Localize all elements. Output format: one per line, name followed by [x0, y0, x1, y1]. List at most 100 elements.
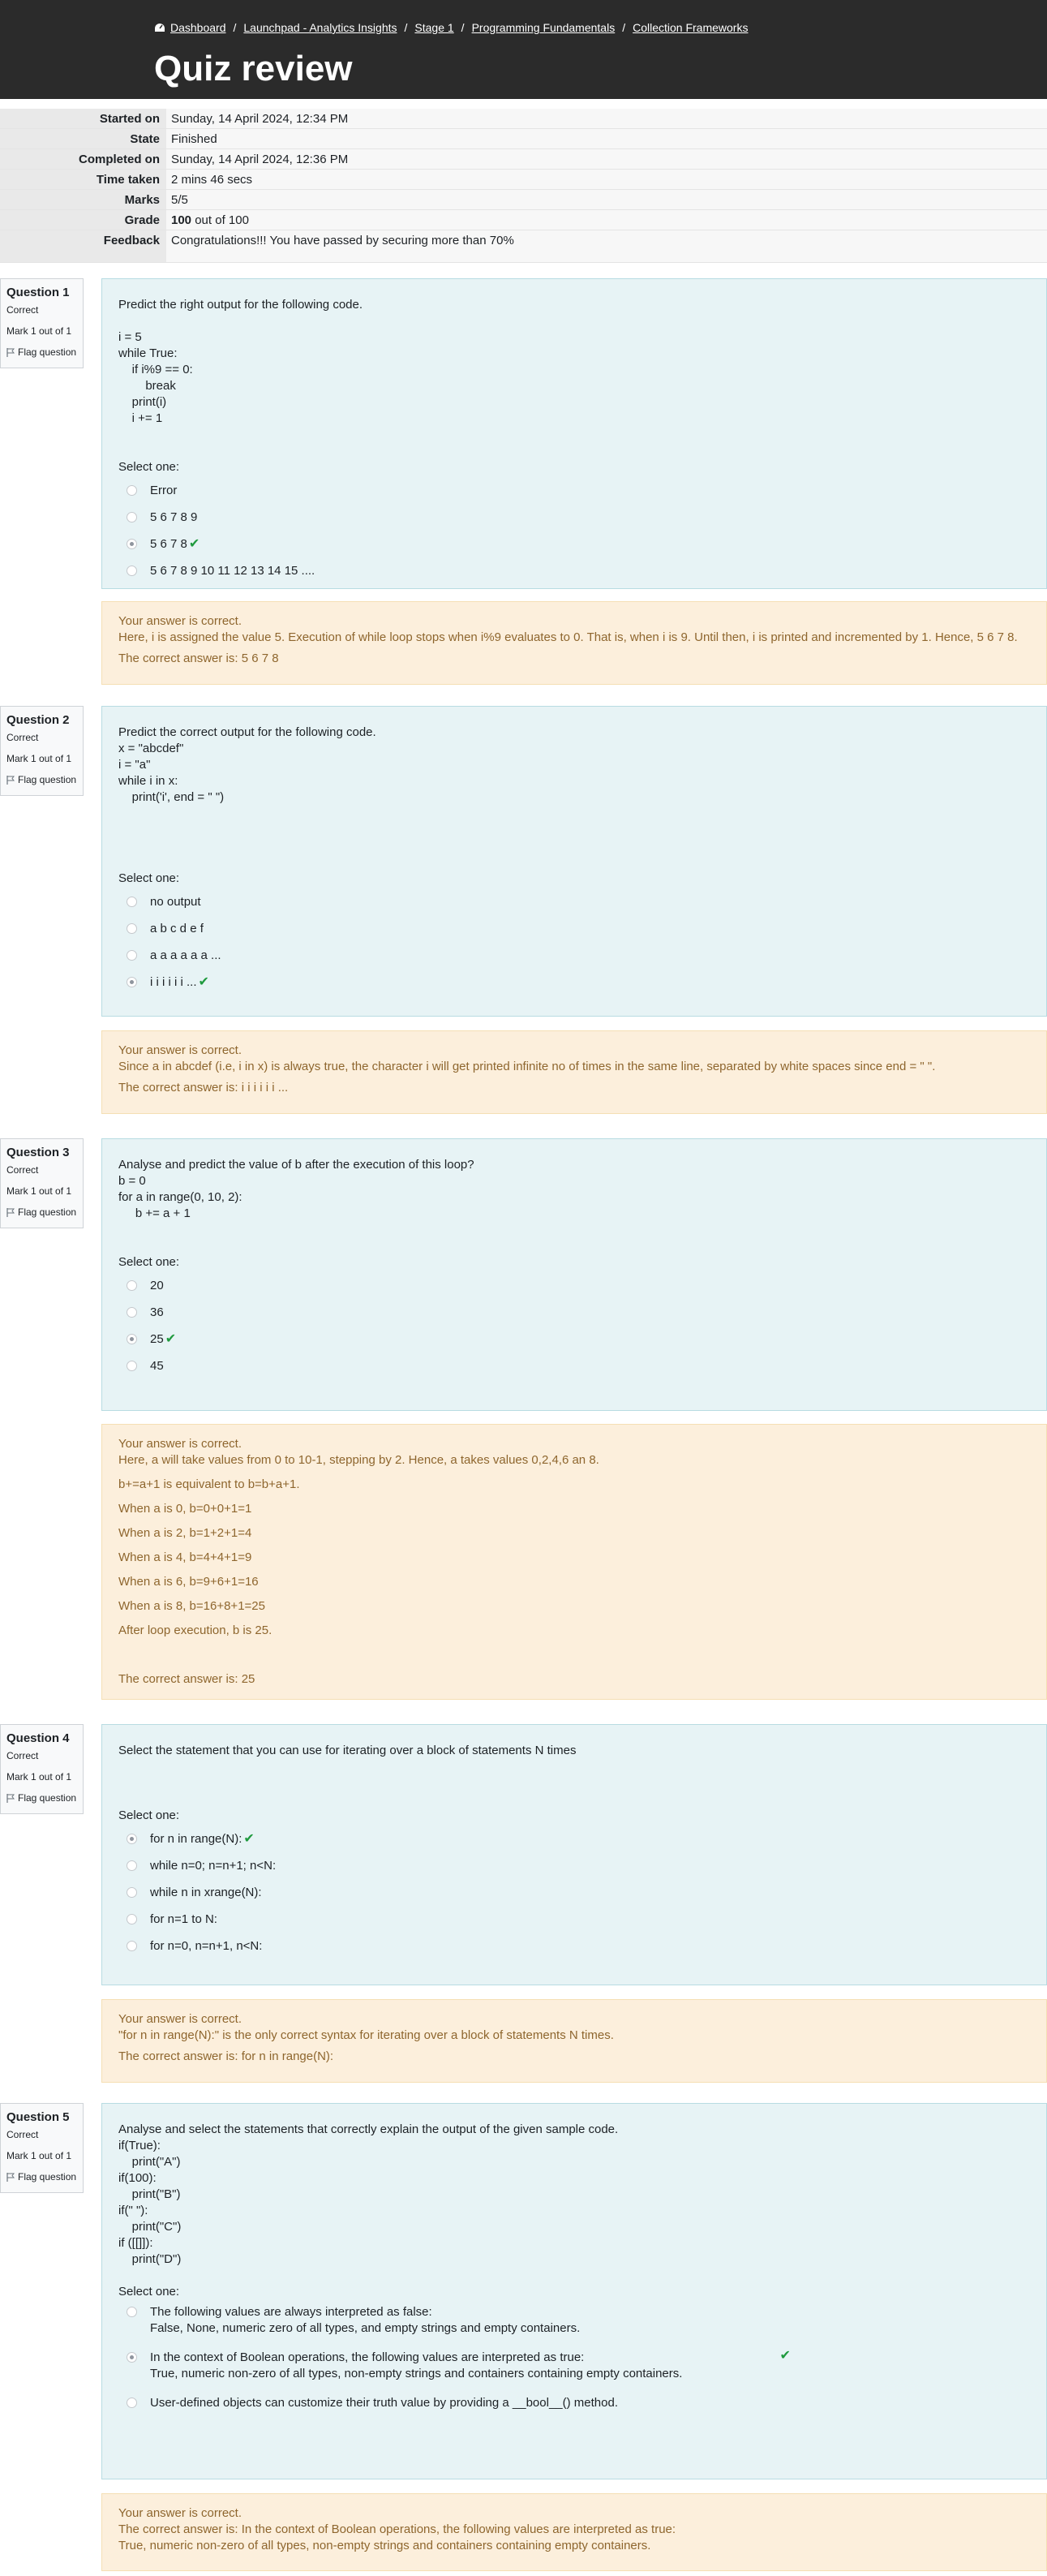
summary-value: Sunday, 14 April 2024, 12:36 PM	[166, 149, 1047, 169]
question-info: Question 4 Correct Mark 1 out of 1 Flag que…	[0, 1724, 84, 1814]
flag-question-link[interactable]: Flag question	[6, 1792, 77, 1804]
question-code-line: if(100):	[118, 2171, 157, 2185]
answer-radio[interactable]	[127, 566, 137, 576]
answer-radio[interactable]	[127, 1280, 137, 1291]
breadcrumb-separator: /	[233, 21, 237, 34]
answer-option[interactable]: In the context of Boolean operations, th…	[118, 2347, 1030, 2393]
feedback-line: When a is 0, b=0+0+1=1	[118, 1502, 252, 1516]
flag-icon	[6, 1793, 15, 1803]
answer-label: 45	[150, 1358, 164, 1373]
breadcrumb-separator: /	[461, 21, 465, 34]
question-code-line: break	[118, 379, 176, 393]
flag-question-link[interactable]: Flag question	[6, 774, 77, 785]
answer-option[interactable]: a b c d e f	[118, 915, 1030, 942]
question-mark: Mark 1 out of 1	[6, 325, 72, 337]
answer-option[interactable]: for n=1 to N:	[118, 1906, 1030, 1933]
answer-radio[interactable]	[127, 977, 137, 987]
question-number: Question 2	[6, 713, 70, 727]
question-code-line: print("C")	[118, 2220, 182, 2234]
flag-question-link[interactable]: Flag question	[6, 2171, 77, 2183]
answer-option[interactable]: The following values are always interpre…	[118, 2302, 1030, 2347]
question-code-line	[118, 1222, 1030, 1238]
flag-icon	[6, 347, 15, 357]
answer-label-line: True, numeric non-zero of all types, non…	[150, 2367, 683, 2380]
question-mark: Mark 1 out of 1	[6, 1185, 72, 1197]
summary-value: Sunday, 14 April 2024, 12:34 PM	[166, 109, 1047, 128]
question-code-line: print("A")	[118, 2155, 181, 2169]
feedback-status: Your answer is correct.	[118, 614, 242, 628]
answer-radio[interactable]	[127, 923, 137, 934]
answer-radio[interactable]	[127, 1941, 137, 1951]
question-code-line	[118, 443, 1030, 459]
question-code-line: for a in range(0, 10, 2):	[118, 1190, 242, 1204]
question-info: Question 3 Correct Mark 1 out of 1 Flag que…	[0, 1138, 84, 1228]
answer-option[interactable]: 5 6 7 8 ✔	[118, 531, 1030, 557]
answer-radio[interactable]	[127, 1914, 137, 1924]
answer-label: 20	[150, 1278, 164, 1292]
answer-option[interactable]: 25 ✔	[118, 1326, 1030, 1353]
answer-radio[interactable]	[127, 897, 137, 907]
answer-radio[interactable]	[127, 2398, 137, 2408]
answer-radio[interactable]	[127, 539, 137, 549]
answer-label: User-defined objects can customize their…	[150, 2395, 618, 2411]
select-one-label: Select one:	[118, 1255, 180, 1269]
answer-radio[interactable]	[127, 1307, 137, 1318]
question-state: Correct	[6, 2129, 39, 2140]
answer-radio[interactable]	[127, 1860, 137, 1871]
attempt-summary-table: Started on Sunday, 14 April 2024, 12:34 P…	[0, 109, 1047, 263]
flag-question-link[interactable]: Flag question	[6, 346, 77, 358]
breadcrumb-course[interactable]: Programming Fundamentals	[472, 21, 616, 34]
answer-option[interactable]: User-defined objects can customize their…	[118, 2393, 1030, 2422]
answer-option[interactable]: 5 6 7 8 9	[118, 504, 1030, 531]
summary-key: Completed on	[0, 149, 166, 169]
question-info: Question 1 Correct Mark 1 out of 1 Flag que…	[0, 278, 84, 368]
answer-radio[interactable]	[127, 1334, 137, 1344]
question-code-line: b = 0	[118, 1174, 146, 1188]
summary-key: Grade	[0, 210, 166, 230]
answer-radio[interactable]	[127, 950, 137, 961]
breadcrumb-launchpad[interactable]: Launchpad - Analytics Insights	[243, 21, 397, 34]
question-code-line: x = "abcdef"	[118, 742, 184, 755]
question-code-line: if(" "):	[118, 2204, 148, 2217]
answer-option[interactable]: Error	[118, 477, 1030, 504]
feedback-line: Here, a will take values from 0 to 10-1,…	[118, 1453, 599, 1467]
answer-option[interactable]: no output	[118, 888, 1030, 915]
answer-radio[interactable]	[127, 1887, 137, 1898]
feedback-line: When a is 8, b=16+8+1=25	[118, 1599, 265, 1613]
answer-option[interactable]: 45	[118, 1353, 1030, 1379]
answer-radio[interactable]	[127, 2352, 137, 2363]
answer-option[interactable]: for n=0, n=n+1, n<N:	[118, 1933, 1030, 1959]
select-one-label: Select one:	[118, 871, 180, 885]
flag-question-link[interactable]: Flag question	[6, 1206, 77, 1218]
answer-option[interactable]: while n in xrange(N):	[118, 1879, 1030, 1906]
breadcrumb-quiz[interactable]: Collection Frameworks	[633, 21, 748, 34]
answer-label: for n=1 to N:	[150, 1912, 217, 1926]
summary-row-state: State Finished	[0, 129, 1047, 149]
answer-radio[interactable]	[127, 512, 137, 523]
breadcrumb-stage[interactable]: Stage 1	[414, 21, 453, 34]
feedback-line: The correct answer is: In the context of…	[118, 2522, 676, 2536]
summary-key: Feedback	[0, 230, 166, 262]
summary-row-time-taken: Time taken 2 mins 46 secs	[0, 170, 1047, 190]
breadcrumb-dashboard[interactable]: Dashboard	[170, 21, 226, 34]
answer-radio[interactable]	[127, 1834, 137, 1844]
breadcrumb: Dashboard / Launchpad - Analytics Insigh…	[154, 21, 748, 34]
question-text: Analyse and select the statements that c…	[118, 2122, 619, 2136]
flag-question-label: Flag question	[18, 774, 77, 785]
answer-radio[interactable]	[127, 485, 137, 496]
answer-option[interactable]: while n=0; n=n+1; n<N:	[118, 1852, 1030, 1879]
answer-radio[interactable]	[127, 1361, 137, 1371]
answer-option[interactable]: 20	[118, 1272, 1030, 1299]
answer-option[interactable]: for n in range(N): ✔	[118, 1826, 1030, 1852]
question-text: Analyse and predict the value of b after…	[118, 1158, 474, 1172]
answer-label: In the context of Boolean operations, th…	[150, 2350, 682, 2382]
answer-option[interactable]: a a a a a a ...	[118, 942, 1030, 969]
flag-icon	[6, 1207, 15, 1217]
feedback-status: Your answer is correct.	[118, 2506, 242, 2520]
answer-option[interactable]: 36	[118, 1299, 1030, 1326]
answer-option[interactable]: 5 6 7 8 9 10 11 12 13 14 15 ....	[118, 557, 1030, 584]
answer-option[interactable]: i i i i i i ... ✔	[118, 969, 1030, 996]
answer-label: for n in range(N):	[150, 1831, 242, 1846]
question-code-line	[118, 2268, 1030, 2284]
answer-radio[interactable]	[127, 2307, 137, 2317]
